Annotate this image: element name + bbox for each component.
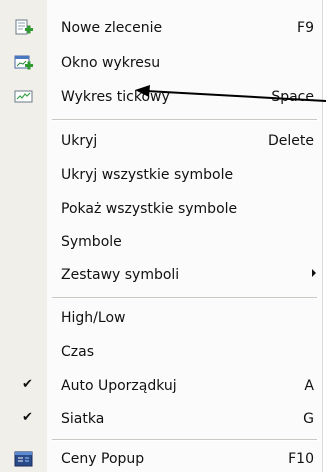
menu-item-label: Pokaż wszystkie symbole: [61, 201, 238, 217]
menu-item-symbols[interactable]: Symbole: [0, 229, 323, 256]
menu-separator: [52, 119, 317, 121]
menu-right-edge: [322, 0, 329, 472]
checkmark-icon: ✔: [22, 410, 33, 425]
menu-item-chart-window[interactable]: Okno wykresu: [0, 50, 323, 77]
menu-item-label: High/Low: [61, 310, 126, 326]
menu-item-show-all-symbols[interactable]: Pokaż wszystkie symbole: [0, 196, 323, 223]
menu-separator: [52, 439, 317, 441]
menu-item-high-low[interactable]: High/Low: [0, 305, 323, 332]
menu-item-hide[interactable]: Ukryj Delete: [0, 128, 323, 155]
chart-window-icon: [14, 54, 34, 72]
menu-item-shortcut: F9: [297, 20, 314, 36]
menu-item-label: Okno wykresu: [61, 55, 161, 71]
menu-item-label: Nowe zlecenie: [61, 20, 163, 36]
new-order-icon: [14, 19, 34, 37]
menu-item-popup-prices[interactable]: Ceny Popup F10: [0, 446, 323, 472]
menu-item-label: Symbole: [61, 234, 122, 250]
menu-item-label: Czas: [61, 344, 94, 360]
submenu-arrow-icon: [312, 269, 316, 277]
menu-item-shortcut: F10: [288, 451, 314, 467]
tick-chart-icon: [14, 88, 34, 106]
menu-item-label: Ukryj wszystkie symbole: [61, 167, 234, 183]
menu-item-label: Siatka: [61, 411, 105, 427]
menu-item-time[interactable]: Czas: [0, 339, 323, 366]
popup-prices-icon: [14, 450, 34, 468]
menu-item-label: Wykres tickowy: [61, 89, 170, 105]
menu-item-new-order[interactable]: Nowe zlecenie F9: [0, 15, 323, 42]
menu-item-symbol-sets[interactable]: Zestawy symboli: [0, 262, 323, 289]
menu-item-label: Ceny Popup: [61, 451, 145, 467]
menu-item-shortcut: A: [304, 378, 314, 394]
menu-item-tick-chart[interactable]: Wykres tickowy Space: [0, 84, 323, 111]
menu-separator: [52, 297, 317, 299]
context-menu: Nowe zlecenie F9 Okno wykresu Wykres tic…: [0, 0, 329, 472]
menu-item-label: Ukryj: [61, 133, 98, 149]
menu-item-auto-arrange[interactable]: ✔ Auto Uporządkuj A: [0, 373, 323, 400]
menu-item-hide-all-symbols[interactable]: Ukryj wszystkie symbole: [0, 162, 323, 189]
menu-item-shortcut: Delete: [268, 133, 314, 149]
menu-item-shortcut: G: [303, 411, 314, 427]
menu-item-shortcut: Space: [271, 89, 314, 105]
menu-item-label: Auto Uporządkuj: [61, 378, 177, 394]
menu-item-grid[interactable]: ✔ Siatka G: [0, 406, 323, 433]
checkmark-icon: ✔: [22, 377, 33, 392]
menu-item-label: Zestawy symboli: [61, 267, 180, 283]
